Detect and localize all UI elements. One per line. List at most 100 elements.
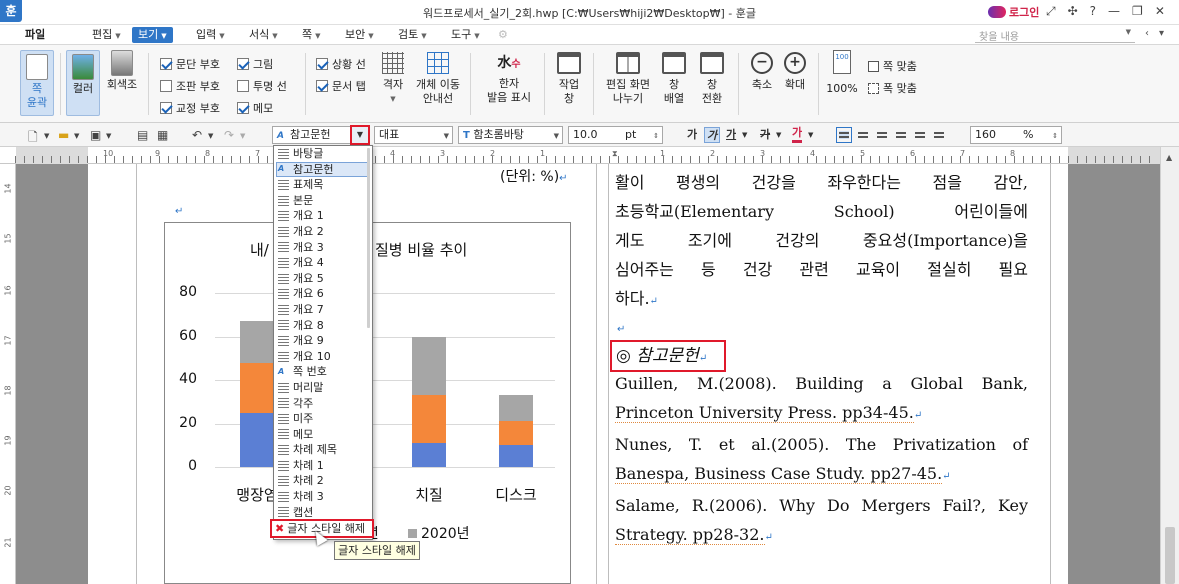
menu-review[interactable]: 검토 ▼ [398, 27, 427, 43]
hanja-reading-button[interactable]: 水수 한자 발음 표시 [484, 50, 534, 105]
fullscreen-icon[interactable]: ⤢ [1046, 4, 1056, 19]
check-memo[interactable]: 메모 [237, 100, 273, 115]
style-option[interactable]: 각주 [274, 396, 372, 412]
stepper-icon[interactable]: ⇕ [1052, 129, 1058, 143]
menu-edit[interactable]: 편집 ▼ [92, 27, 121, 43]
check-layout-mark[interactable]: 조판 부호 [160, 78, 220, 93]
check-picture[interactable]: 그림 [237, 56, 273, 71]
style-option[interactable]: 개요 7 [274, 302, 372, 318]
chevron-down-icon[interactable]: ▼ [208, 132, 213, 140]
zoom-out-button[interactable]: − 축소 [747, 50, 777, 92]
vertical-scrollbar[interactable]: ▲ [1160, 147, 1179, 584]
grid-button[interactable]: 격자 ▼ [378, 50, 408, 106]
align-distribute-icon[interactable] [912, 127, 928, 143]
page-outline-button[interactable]: 쪽 윤곽 [20, 50, 54, 116]
work-window-button[interactable]: 작업 창 [553, 50, 585, 106]
check-doc-tab[interactable]: 문서 탭 [316, 78, 366, 93]
style-option[interactable]: 개요 6 [274, 286, 372, 302]
login-button[interactable]: 로그인 [988, 4, 1039, 20]
style-dropdown-list[interactable]: 바탕글 A 참고문헌 표제목 본문 개요 1 개요 2 개요 3 개요 4 개요 5 개요 6 개요 … [273, 145, 373, 540]
reference-list[interactable]: Guillen, M.(2008). Building a Global Ban… [615, 369, 1028, 552]
check-proof-mark[interactable]: 교정 부호 [160, 100, 220, 115]
dropdown-scrollbar[interactable] [367, 148, 370, 328]
chevron-down-icon[interactable]: ▼ [74, 132, 79, 140]
undo-icon[interactable]: ↶ [192, 128, 202, 142]
window-switch-button[interactable]: 창 전환 [696, 50, 728, 106]
chevron-down-icon[interactable]: ▼ [742, 127, 747, 143]
horizontal-ruler[interactable]: 10 9 8 7 4 3 2 1 ⧗ 1 2 3 4 5 6 7 8 [0, 147, 1160, 164]
menu-file[interactable]: 파일 [25, 27, 45, 43]
chevron-down-icon[interactable]: ▼ [808, 127, 813, 143]
align-right-icon[interactable] [893, 127, 909, 143]
style-option[interactable]: 개요 1 [274, 208, 372, 224]
menu-view[interactable]: 보기 ▼ [132, 27, 173, 43]
ruler-indent-icon[interactable]: ⧗ [612, 149, 618, 159]
open-folder-icon[interactable]: ▬ [58, 128, 69, 142]
style-option[interactable]: 미주 [274, 411, 372, 427]
style-option[interactable]: 개요 8 [274, 318, 372, 334]
style-option[interactable]: 개요 3 [274, 240, 372, 256]
grayscale-button[interactable]: 회색조 [104, 50, 140, 92]
minimize-icon[interactable]: — [1108, 4, 1120, 19]
zoom-in-button[interactable]: + 확대 [780, 50, 810, 92]
menu-tools[interactable]: 도구 ▼ [451, 27, 480, 43]
align-justify-icon[interactable] [836, 127, 852, 143]
stepper-icon[interactable]: ⇕ [653, 129, 659, 143]
style-option[interactable]: 개요 9 [274, 333, 372, 349]
body-paragraph[interactable]: 활이 평생의 건강을 좌우한다는 점을 감안, 초등학교(Elementary … [615, 168, 1028, 316]
style-option[interactable]: A 쪽 번호 [274, 364, 372, 380]
style-option[interactable]: 본문 [274, 193, 372, 209]
check-transparent-line[interactable]: 투명 선 [237, 78, 287, 93]
style-option[interactable]: 차례 제목 [274, 442, 372, 458]
menu-security[interactable]: 보안 ▼ [345, 27, 374, 43]
chevron-down-icon[interactable]: ▼ [106, 132, 111, 140]
menu-format[interactable]: 서식 ▼ [249, 27, 278, 43]
search-next-icon[interactable]: ▾ [1159, 28, 1164, 39]
scroll-thumb[interactable] [1165, 527, 1175, 584]
font-size-input[interactable]: 10.0 pt ⇕ [568, 126, 663, 144]
move-icon[interactable]: ✣ [1068, 4, 1078, 19]
chevron-down-icon[interactable]: ▼ [44, 132, 49, 140]
style-option[interactable]: 개요 2 [274, 224, 372, 240]
chevron-down-icon[interactable]: ▼ [1126, 28, 1131, 36]
style-option[interactable]: 메모 [274, 427, 372, 443]
align-divide-icon[interactable] [931, 127, 947, 143]
search-input[interactable]: 찾을 내용 ▼ [975, 26, 1135, 43]
check-status-line[interactable]: 상황 선 [316, 56, 366, 71]
zoom-100-button[interactable]: 100 100% [825, 50, 859, 96]
style-option[interactable]: 캡션 [274, 505, 372, 521]
preview-icon[interactable]: ▦ [157, 128, 168, 142]
vertical-ruler[interactable]: 14 15 16 17 18 19 20 21 [0, 164, 16, 584]
font-color-button[interactable]: 가 [792, 127, 803, 143]
color-mode-button[interactable]: 컬러 [66, 50, 100, 116]
italic-button[interactable]: 가 [704, 127, 721, 143]
search-prev-icon[interactable]: ‹ [1145, 28, 1149, 39]
bold-button[interactable]: 가 [687, 127, 697, 143]
style-option[interactable]: 개요 4 [274, 255, 372, 271]
new-doc-icon[interactable]: 🗋 [28, 128, 38, 149]
style-option[interactable]: A 참고문헌 [276, 161, 370, 178]
strike-button[interactable]: 가 [760, 127, 770, 143]
outline-select[interactable]: 대표 ▼ [374, 126, 453, 144]
menu-insert[interactable]: 입력 ▼ [196, 27, 225, 43]
object-move-guide-button[interactable]: 개체 이동 안내선 [414, 50, 462, 106]
check-paragraph-mark[interactable]: 문단 부호 [160, 56, 220, 71]
style-option[interactable]: 개요 10 [274, 349, 372, 365]
save-icon[interactable]: ▣ [90, 128, 101, 142]
chevron-down-icon[interactable]: ▼ [240, 132, 245, 140]
align-left-icon[interactable] [855, 127, 871, 143]
style-option[interactable]: 개요 5 [274, 271, 372, 287]
style-dropdown-button[interactable]: ▼ [350, 125, 370, 145]
help-icon[interactable]: ? [1090, 4, 1096, 19]
window-arrange-button[interactable]: 창 배열 [658, 50, 690, 106]
font-select[interactable]: T 함초롬바탕 ▼ [458, 126, 563, 144]
style-option[interactable]: 차례 1 [274, 458, 372, 474]
menu-page[interactable]: 쪽 ▼ [302, 27, 321, 43]
chevron-down-icon[interactable]: ▼ [776, 127, 781, 143]
reference-heading[interactable]: ◎ 참고문헌↵ [610, 340, 726, 372]
style-option[interactable]: 차례 3 [274, 489, 372, 505]
style-option[interactable]: 머리말 [274, 380, 372, 396]
style-option[interactable]: 차례 2 [274, 473, 372, 489]
zoom-input[interactable]: 160% ⇕ [970, 126, 1062, 144]
fit-width-button[interactable]: 폭 맞춤 [868, 80, 917, 96]
